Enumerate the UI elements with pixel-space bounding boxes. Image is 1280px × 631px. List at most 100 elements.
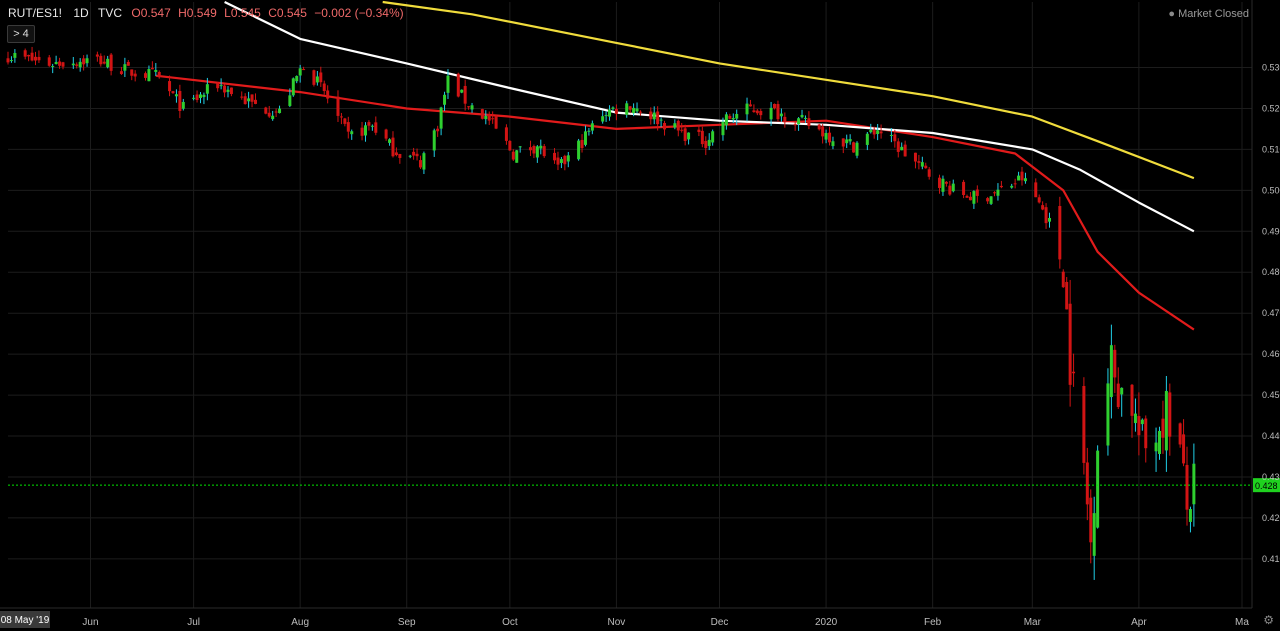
candle-body [577, 140, 581, 160]
candle-body [1082, 386, 1086, 463]
candle-body [23, 50, 27, 57]
candle-body [683, 128, 687, 141]
candle-body [879, 131, 883, 134]
candle-body [9, 60, 13, 62]
close-value: C0.545 [268, 6, 307, 20]
candle-body [865, 133, 869, 145]
candle-body [776, 104, 780, 120]
x-tick-label: Oct [502, 617, 518, 628]
candle-body [951, 183, 955, 192]
candle-body [463, 85, 467, 104]
candle-body [367, 122, 371, 126]
candle-body [271, 115, 275, 120]
candle-body [896, 141, 900, 152]
candle [1061, 269, 1065, 288]
candle [1096, 445, 1100, 529]
candle-body [130, 69, 134, 76]
candle-body [250, 94, 254, 102]
gear-icon[interactable]: ⚙ [1263, 613, 1274, 627]
candle-body [601, 116, 605, 122]
candle-body [944, 181, 948, 184]
candle-body [996, 189, 1000, 196]
candle-body [731, 118, 735, 120]
candle-body [1182, 434, 1186, 464]
candle-body [608, 109, 612, 117]
candle-body [470, 105, 474, 110]
x-tick-label: Ma [1235, 617, 1249, 628]
candle-body [37, 56, 41, 61]
candle-body [1192, 463, 1196, 505]
candle-body [274, 111, 278, 113]
candle-body [920, 162, 924, 167]
candle-body [456, 73, 460, 97]
candle-body [1106, 383, 1110, 446]
x-tick-label: Aug [291, 617, 309, 628]
candle-body [728, 115, 732, 119]
candle-body [848, 139, 852, 142]
candle-body [223, 85, 227, 93]
candle-body [779, 113, 783, 117]
candle-body [422, 153, 426, 170]
candle-body [1120, 387, 1124, 395]
candle-body [360, 127, 364, 136]
candle-body [917, 161, 921, 163]
candle-body [511, 151, 515, 160]
y-tick-label: 0.420 [1262, 513, 1280, 523]
candle-body [800, 114, 804, 118]
candle-body [436, 128, 440, 132]
candle-body [157, 71, 161, 78]
candle-body [219, 85, 223, 87]
status-dot-icon: ● [1168, 8, 1176, 20]
candle-body [1085, 462, 1089, 505]
candle-body [51, 66, 55, 68]
candle-body [278, 108, 282, 114]
candle-body [168, 81, 172, 92]
high-value: H0.549 [178, 6, 217, 20]
change-value: −0.002 (−0.34%) [314, 6, 404, 20]
candle-body [968, 196, 972, 201]
market-status: ● Market Closed [1168, 8, 1249, 20]
candle-body [443, 94, 447, 105]
candle [312, 69, 316, 87]
candle-body [312, 70, 316, 85]
candle-body [941, 178, 945, 192]
symbol-name[interactable]: RUT/ES1! [8, 6, 62, 20]
candle-body [583, 131, 587, 145]
last-price-label: 0.428 [1255, 481, 1278, 491]
candle-body [1013, 183, 1017, 185]
candle-body [704, 140, 708, 149]
candle-body [394, 152, 398, 156]
candle-body [216, 82, 220, 89]
candle [515, 149, 519, 163]
candle-body [1161, 418, 1165, 438]
y-tick-label: 0.520 [1262, 103, 1280, 113]
candle-body [635, 108, 639, 112]
candle-body [1044, 207, 1048, 224]
candle-body [831, 141, 835, 147]
candle-body [1185, 464, 1189, 510]
candle-body [913, 152, 917, 162]
candle-body [824, 133, 828, 140]
y-tick-label: 0.460 [1262, 349, 1280, 359]
candle-body [1096, 450, 1100, 528]
candle [1178, 422, 1182, 448]
indicators-toggle-button[interactable]: > 4 [7, 25, 35, 43]
candle-body [240, 96, 244, 98]
candle-body [793, 124, 797, 126]
candle-body [291, 78, 295, 96]
price-chart[interactable]: 0.428 0.410 0.420 0.430 0.440 0.450 0.460 0.47… [0, 0, 1280, 631]
candle-body [604, 115, 608, 117]
y-tick-label: 0.510 [1262, 144, 1280, 154]
candle-body [927, 169, 931, 177]
candle-body [480, 109, 484, 119]
candle-body [889, 134, 893, 136]
candle [264, 106, 268, 115]
candle-body [580, 139, 584, 149]
candle-body [900, 146, 904, 151]
candle-body [721, 121, 725, 136]
candle [989, 196, 993, 206]
interval-label[interactable]: 1D [73, 6, 88, 20]
candle-body [195, 94, 199, 100]
x-tick-label: Jun [82, 617, 98, 628]
x-tick-label: Nov [608, 617, 626, 628]
